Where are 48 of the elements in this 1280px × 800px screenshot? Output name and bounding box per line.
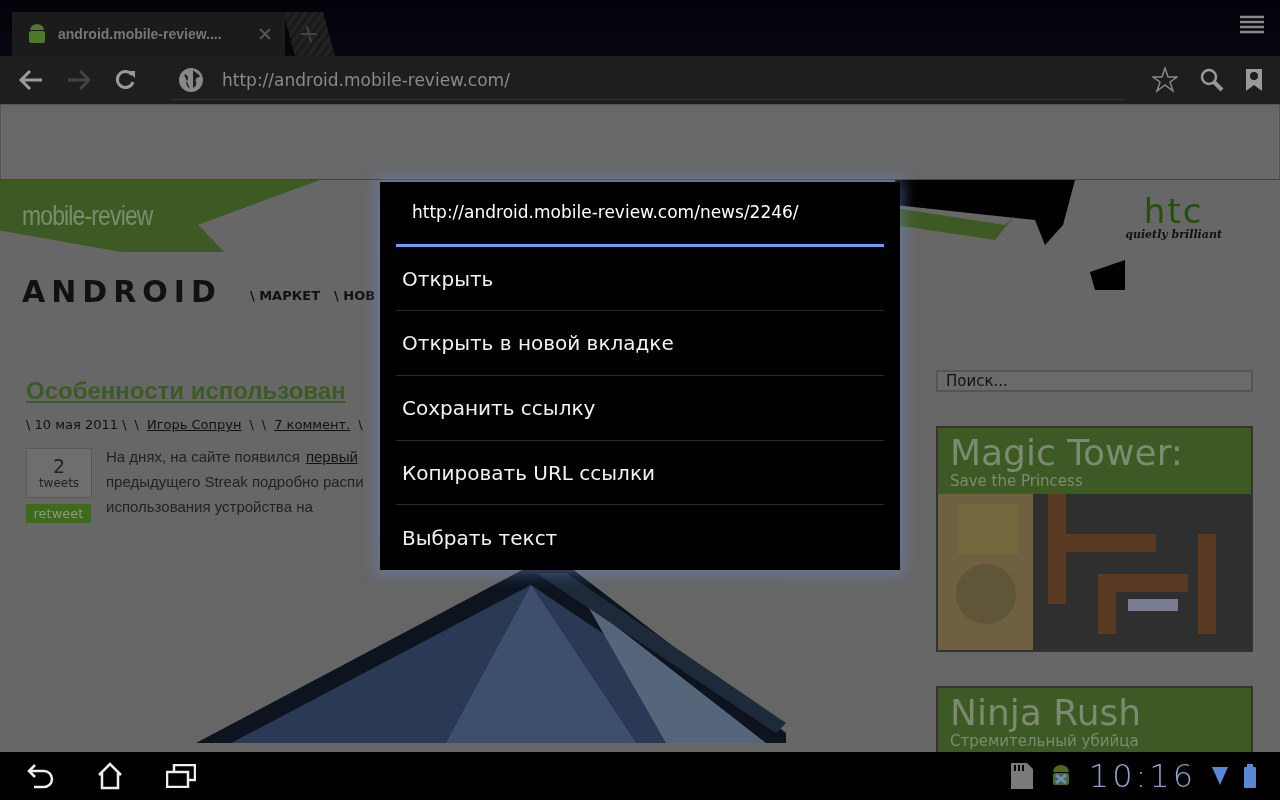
- wifi-icon[interactable]: [1212, 765, 1228, 787]
- article-text: использования устройства на: [106, 498, 313, 515]
- search-icon[interactable]: [1200, 68, 1224, 92]
- article-link[interactable]: первый: [305, 448, 358, 465]
- bookmark-icon[interactable]: [1246, 69, 1262, 91]
- menu-item[interactable]: Открыть в новой вкладке: [396, 311, 884, 377]
- meta-text: \: [358, 417, 363, 432]
- nav-link[interactable]: \ НОВ: [334, 288, 376, 303]
- star-icon[interactable]: [1152, 67, 1178, 93]
- retweet-button[interactable]: retweet: [26, 504, 91, 523]
- menu-item[interactable]: Открыть: [396, 246, 884, 312]
- tweet-count: 2: [52, 456, 66, 477]
- menu-title: http://android.mobile-review.com/news/2246/: [396, 182, 884, 247]
- sd-card-icon[interactable]: [1010, 763, 1033, 789]
- globe-icon: [178, 66, 204, 93]
- meta-text: \ 10 мая 2011 \: [26, 417, 127, 432]
- battery-icon[interactable]: [1244, 764, 1256, 788]
- tweet-label: tweets: [38, 476, 80, 490]
- menu-icon[interactable]: [1240, 14, 1264, 36]
- back-icon[interactable]: [18, 69, 44, 91]
- browser-tab[interactable]: android.mobile-review....: [12, 12, 285, 56]
- ad-card[interactable]: Ninja Rush Стремительный убийца: [936, 685, 1253, 752]
- ad-slogan: quietly brilliant: [1125, 228, 1222, 241]
- recent-apps-icon[interactable]: [166, 764, 196, 788]
- meta-text: \: [249, 417, 254, 432]
- menu-item[interactable]: Сохранить ссылку: [396, 376, 884, 441]
- search-field[interactable]: Поиск...: [936, 370, 1253, 392]
- meta-link[interactable]: Игорь Сопрун: [146, 417, 242, 432]
- ad-brand: htc: [1143, 194, 1204, 228]
- meta-text: \: [261, 417, 267, 432]
- article-text: На днях, на сайте появился: [106, 448, 300, 465]
- article-text: предыдущего Streak подробно распи: [106, 473, 364, 490]
- menu-item[interactable]: Выбрать текст: [396, 505, 884, 570]
- meta-link[interactable]: 7 коммент.: [274, 417, 351, 432]
- ad-subtitle: Save the Princess: [949, 471, 1084, 492]
- site-logo[interactable]: mobile-review: [22, 200, 153, 232]
- nav-link[interactable]: \ МАРКЕТ: [249, 288, 321, 303]
- close-icon: [259, 28, 271, 40]
- meta-text: \: [134, 417, 139, 432]
- reload-icon[interactable]: [114, 69, 136, 91]
- menu-item[interactable]: Копировать URL ссылки: [396, 440, 884, 506]
- clock: 10:16: [1088, 757, 1196, 795]
- android-icon: [26, 23, 48, 45]
- ad-title: Magic Tower:: [949, 431, 1184, 472]
- android-logo: ANDROID: [22, 274, 222, 309]
- ad-subtitle: Стремительный убийца: [949, 731, 1140, 752]
- home-icon[interactable]: [96, 762, 124, 790]
- ad-card[interactable]: Magic Tower: Save the Princess: [936, 426, 1253, 652]
